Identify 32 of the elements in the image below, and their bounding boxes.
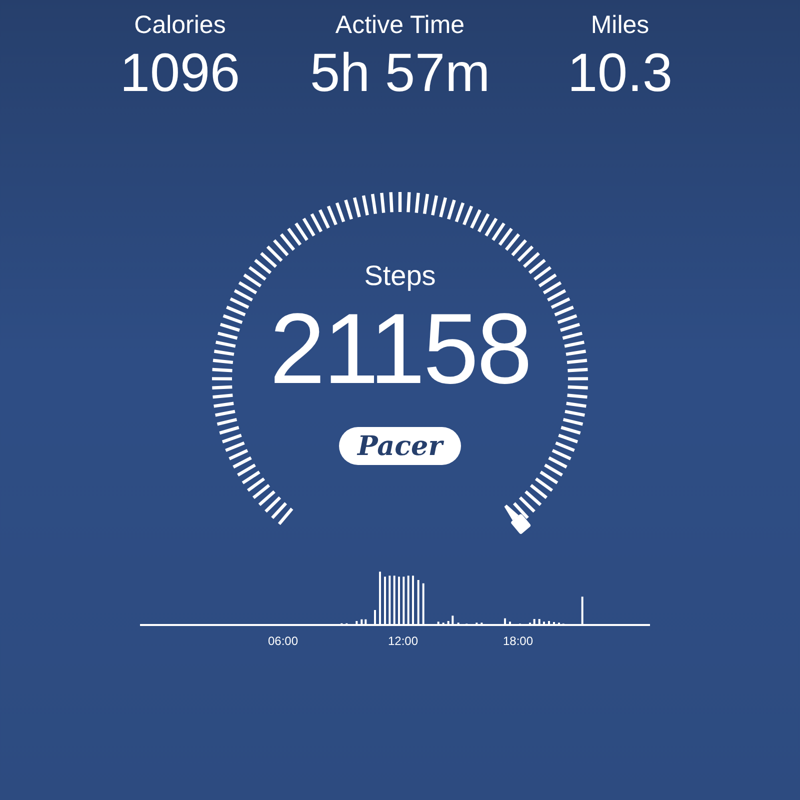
stat-label: Active Time	[335, 10, 465, 41]
activity-bar	[457, 622, 460, 625]
activity-bar	[417, 580, 420, 625]
activity-bar	[581, 596, 584, 625]
activity-bar	[407, 576, 410, 625]
activity-bar	[437, 622, 440, 625]
stat-value: 10.3	[567, 42, 673, 104]
brand-logo: Pacer	[339, 427, 461, 465]
stat-value: 1096	[120, 42, 240, 104]
activity-bar	[447, 621, 450, 625]
stat-value: 5h 57m	[310, 42, 490, 104]
activity-bar	[388, 576, 391, 625]
steps-label: Steps	[364, 259, 436, 293]
activity-bar	[356, 621, 358, 625]
activity-bar	[533, 619, 536, 625]
activity-bar	[360, 619, 363, 625]
activity-bar	[393, 576, 396, 625]
stat-label: Calories	[134, 10, 226, 41]
activity-bar	[538, 619, 540, 625]
gauge-knob[interactable]	[504, 504, 532, 535]
activity-bar	[402, 576, 405, 625]
activity-bar	[480, 622, 483, 625]
activity-bar	[442, 622, 444, 625]
time-axis-label: 18:00	[502, 634, 534, 648]
activity-bar	[452, 616, 454, 625]
time-axis-label: 06:00	[266, 634, 300, 648]
activity-bar	[364, 619, 367, 625]
steps-count: 21158	[270, 294, 530, 404]
stat-label: Miles	[590, 10, 650, 41]
time-axis-label: 12:00	[386, 634, 420, 648]
activity-bar	[422, 583, 424, 625]
activity-bar	[476, 622, 478, 625]
